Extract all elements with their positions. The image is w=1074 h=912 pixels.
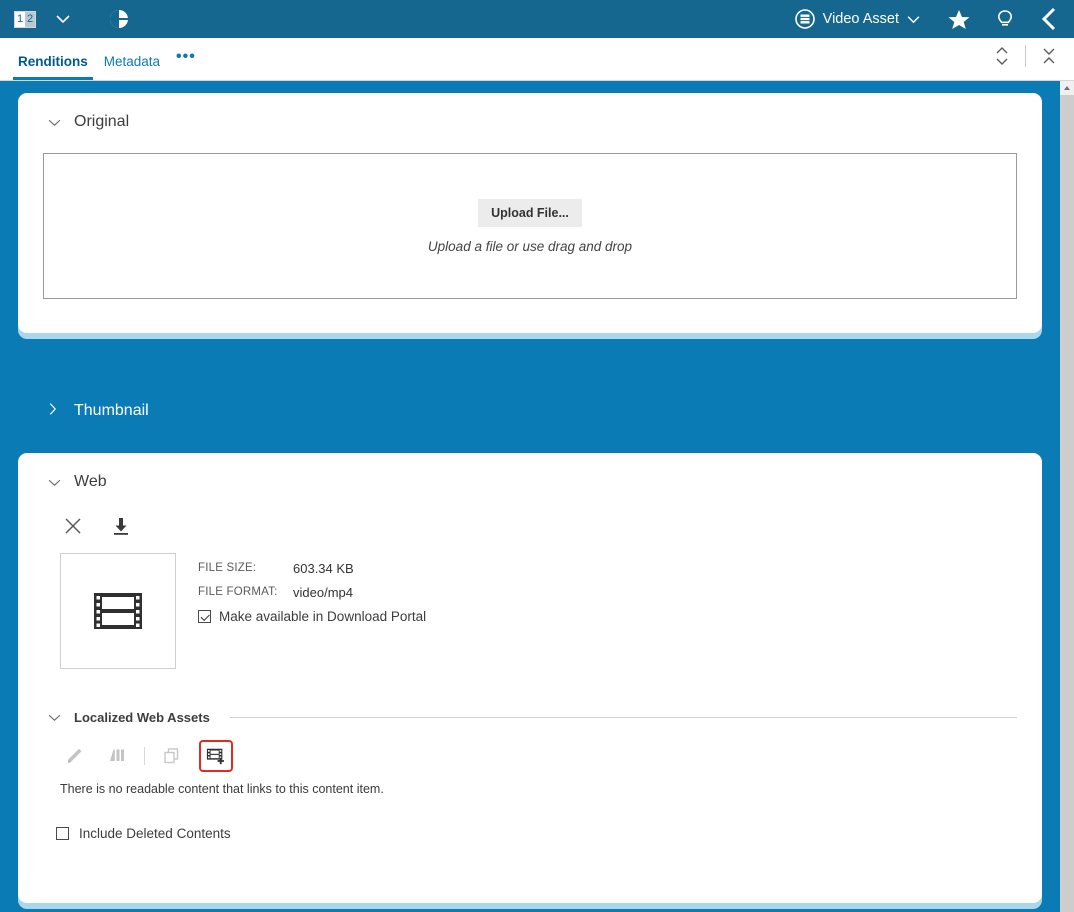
compare-icon[interactable] [102,741,132,771]
dropzone-hint: Upload a file or use drag and drop [428,239,632,254]
globe-icon[interactable] [104,4,134,34]
download-icon[interactable] [108,513,134,539]
web-rendition-body: FILE SIZE: 603.34 KB FILE FORMAT: video/… [18,539,1042,669]
toolbar-divider [1025,45,1026,67]
split-left-label: 1 [15,12,25,27]
download-portal-checkbox-row[interactable]: Make available in Download Portal [198,609,426,624]
download-glyph [111,516,131,536]
star-glyph [948,9,970,30]
tab-renditions-label: Renditions [18,54,88,69]
tab-renditions[interactable]: Renditions [10,54,96,80]
pencil-glyph [64,745,86,767]
section-web-header[interactable]: Web [18,453,1042,491]
chevron-left-glyph [1040,7,1058,31]
localized-web-assets-empty-message: There is no readable content that links … [48,772,1017,796]
chevron-down-glyph [56,14,70,24]
section-thumbnail[interactable]: Thumbnail [18,333,1042,443]
scroll-up-arrow-icon [1064,86,1070,90]
copy-glyph [161,745,183,767]
add-film-glyph [205,746,227,766]
section-original-chevron-down-icon[interactable] [48,114,62,131]
globe-glyph [108,8,130,30]
lightbulb-icon[interactable] [990,4,1020,34]
tab-metadata-label: Metadata [104,54,160,69]
file-format-label: FILE FORMAT: [198,585,293,600]
include-deleted-contents-label: Include Deleted Contents [79,826,231,841]
localized-web-assets-section: Localized Web Assets [18,669,1042,841]
localized-web-assets-title: Localized Web Assets [74,710,210,725]
chevron-down-glyph [48,713,61,722]
scrollbar-thumb[interactable] [1060,95,1074,735]
localized-web-assets-divider [230,717,1017,718]
top-header-bar: 1 2 [0,0,1074,38]
vertical-scrollbar[interactable] [1060,81,1074,912]
copy-icon[interactable] [157,741,187,771]
web-preview-thumbnail[interactable] [60,553,176,669]
tab-bar: Renditions Metadata ••• [0,38,1074,81]
tab-metadata[interactable]: Metadata [96,54,168,80]
close-glyph [63,516,83,536]
scrollbar-up-button[interactable] [1060,81,1074,95]
section-original: Original Upload File... Upload a file or… [18,93,1042,333]
lightbulb-glyph [994,8,1016,30]
file-size-label: FILE SIZE: [198,561,293,576]
star-icon[interactable] [944,4,974,34]
section-original-header[interactable]: Original [18,93,1042,131]
chevron-down-glyph [48,478,61,487]
asset-type-menu[interactable]: Video Asset [789,9,926,29]
include-deleted-contents-checkbox[interactable] [56,827,69,840]
chevron-right-glyph [48,402,57,416]
top-header-right-group: Video Asset [789,4,1074,34]
top-header-left-group: 1 2 [0,4,134,34]
collapse-all-icon[interactable] [1036,43,1062,69]
expand-all-glyph [994,45,1010,67]
tab-bar-controls [989,38,1074,80]
section-web-title: Web [74,473,107,491]
collapse-all-glyph [1041,45,1057,67]
include-deleted-contents-row[interactable]: Include Deleted Contents [48,796,1017,841]
compare-glyph [106,745,128,767]
edit-icon[interactable] [60,741,90,771]
asset-type-label: Video Asset [823,11,899,27]
section-thumbnail-title: Thumbnail [74,402,149,420]
toolbar-divider [144,747,145,765]
split-pane-dropdown-chevron-down-icon[interactable] [48,4,78,34]
upload-file-button[interactable]: Upload File... [478,199,582,227]
file-size-value: 603.34 KB [293,561,354,576]
split-pane-icon[interactable]: 1 2 [10,4,40,34]
localized-web-assets-header[interactable]: Localized Web Assets [48,709,1017,726]
renditions-content-area: Original Upload File... Upload a file or… [0,81,1060,912]
section-thumbnail-chevron-right-icon[interactable] [48,402,62,420]
back-chevron-left-icon[interactable] [1034,4,1064,34]
asset-menu-chevron-down-icon [907,15,920,24]
section-web: Web [18,453,1042,903]
original-dropzone[interactable]: Upload File... Upload a file or use drag… [43,153,1017,299]
close-icon[interactable] [60,513,86,539]
chevron-down-glyph [48,118,61,127]
section-original-title: Original [74,113,129,131]
detail-row-file-format: FILE FORMAT: video/mp4 [198,585,426,600]
add-video-icon[interactable] [199,740,233,772]
expand-all-icon[interactable] [989,43,1015,69]
asset-type-icon [795,9,815,29]
split-pane-glyph: 1 2 [14,11,36,28]
localized-web-assets-toolbar [48,726,1017,772]
tab-list: Renditions Metadata ••• [0,38,204,80]
tab-overflow-menu-icon[interactable]: ••• [168,48,204,80]
web-rendition-details: FILE SIZE: 603.34 KB FILE FORMAT: video/… [198,553,426,669]
download-portal-label: Make available in Download Portal [219,609,426,624]
download-portal-checkbox[interactable] [198,610,211,623]
localized-web-assets-chevron-down-icon[interactable] [48,709,62,726]
section-web-chevron-down-icon[interactable] [48,474,62,491]
film-strip-icon [92,589,144,633]
web-rendition-actions [18,491,1042,539]
app-root: 1 2 [0,0,1074,912]
detail-row-file-size: FILE SIZE: 603.34 KB [198,561,426,576]
split-right-label: 2 [25,12,35,27]
file-format-value: video/mp4 [293,585,353,600]
